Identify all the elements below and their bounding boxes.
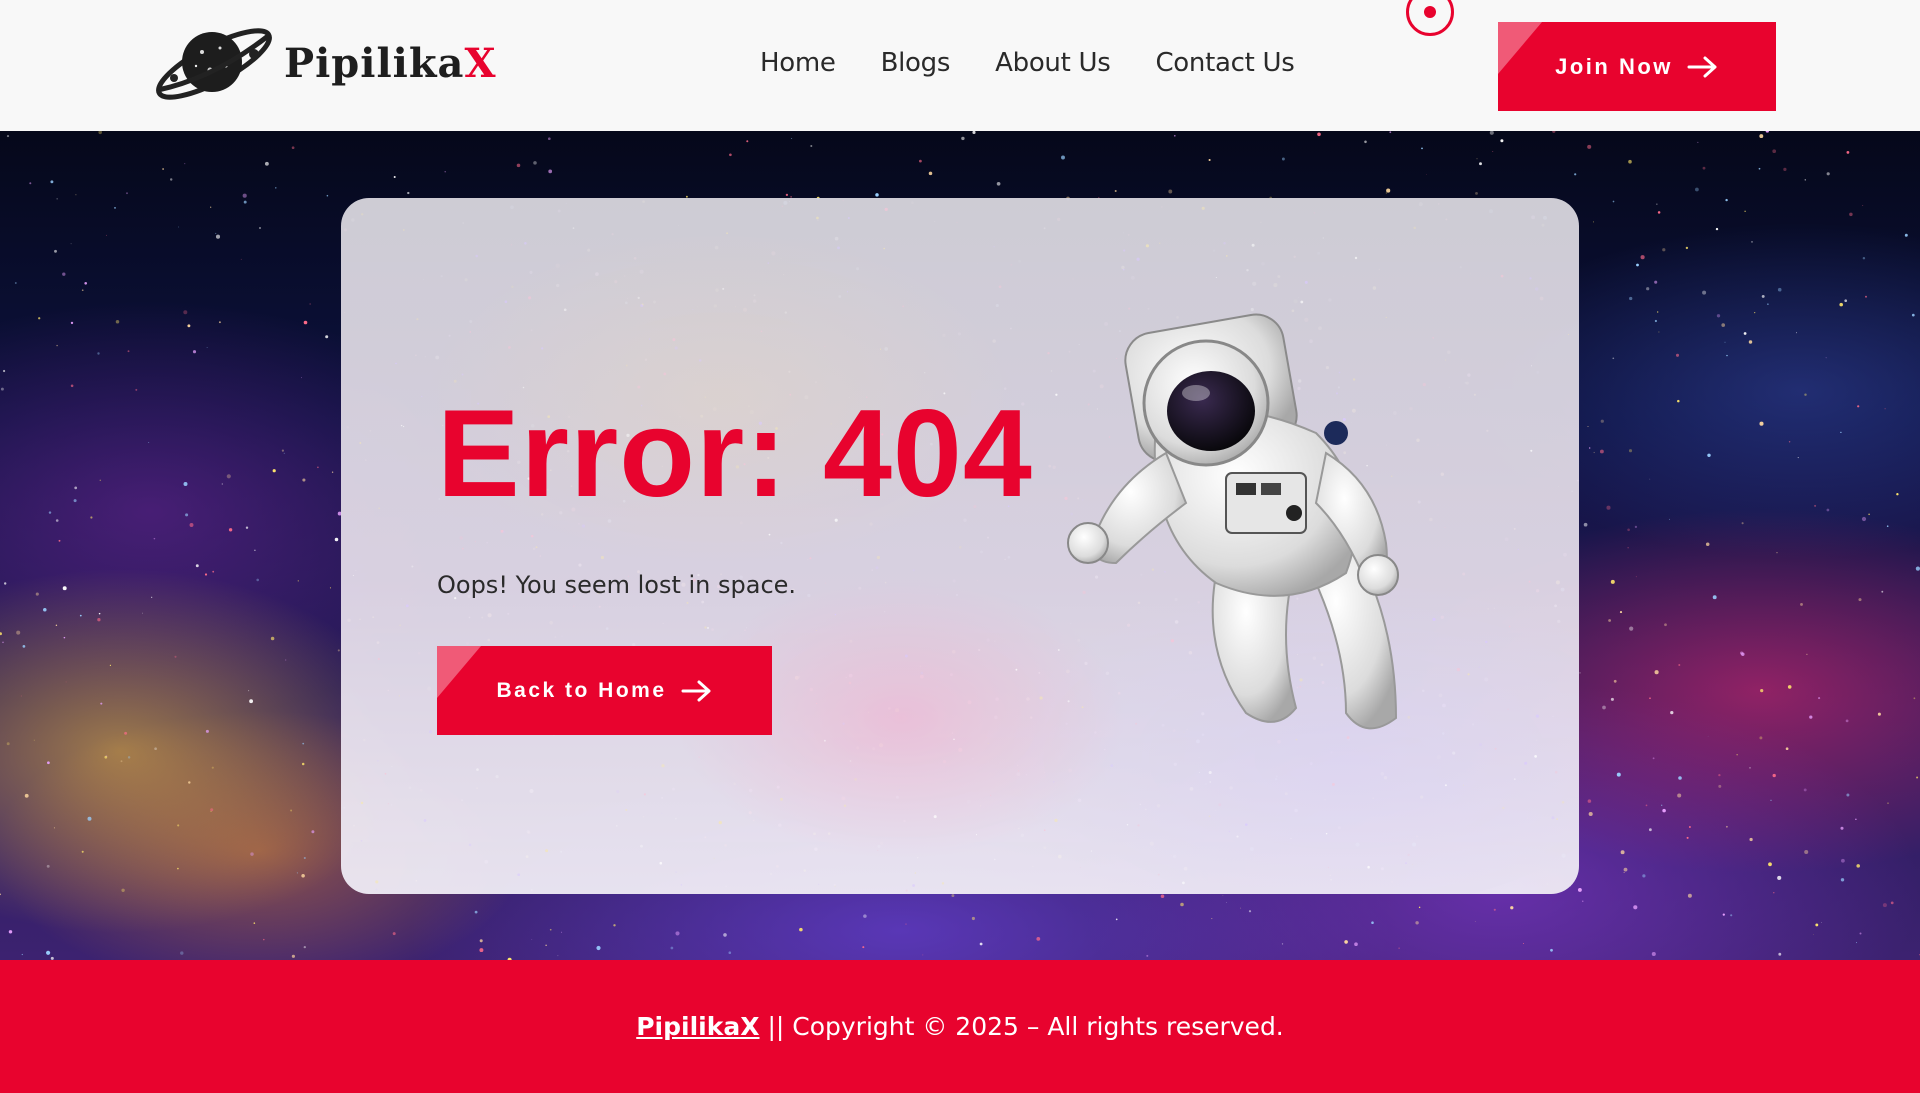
nav-about-us[interactable]: About Us [995, 48, 1111, 78]
back-to-home-label: Back to Home [496, 678, 667, 702]
planet-logo-icon [156, 28, 272, 100]
error-title: Error: 404 [437, 385, 1033, 523]
astronaut-illustration [1067, 313, 1399, 730]
nav-contact-us[interactable]: Contact Us [1155, 48, 1294, 78]
site-header: PipilikaX Home Blogs About Us Contact Us… [0, 0, 1920, 131]
error-card: Error: 404 Oops! You seem lost in space.… [341, 198, 1579, 894]
footer-brand-link[interactable]: PipilikaX [636, 1012, 759, 1041]
brand-name: PipilikaX [284, 39, 497, 87]
site-footer: PipilikaX || Copyright © 2025 – All righ… [0, 960, 1920, 1093]
site-logo[interactable]: PipilikaX [150, 18, 497, 108]
error-subtitle: Oops! You seem lost in space. [437, 571, 797, 599]
user-circle-icon[interactable] [1406, 0, 1454, 36]
join-now-label: Join Now [1555, 53, 1673, 79]
copyright-text: PipilikaX || Copyright © 2025 – All righ… [636, 1012, 1284, 1041]
join-now-button[interactable]: Join Now [1498, 22, 1776, 111]
copyright-label: || Copyright © 2025 – All rights reserve… [759, 1012, 1284, 1041]
nav-home[interactable]: Home [760, 48, 836, 78]
arrow-right-icon [1687, 56, 1717, 77]
space-hero: Error: 404 Oops! You seem lost in space.… [0, 131, 1920, 960]
arrow-right-icon [681, 680, 711, 701]
main-nav: Home Blogs About Us Contact Us [760, 48, 1295, 78]
nav-blogs[interactable]: Blogs [881, 48, 951, 78]
back-to-home-button[interactable]: Back to Home [437, 646, 772, 735]
